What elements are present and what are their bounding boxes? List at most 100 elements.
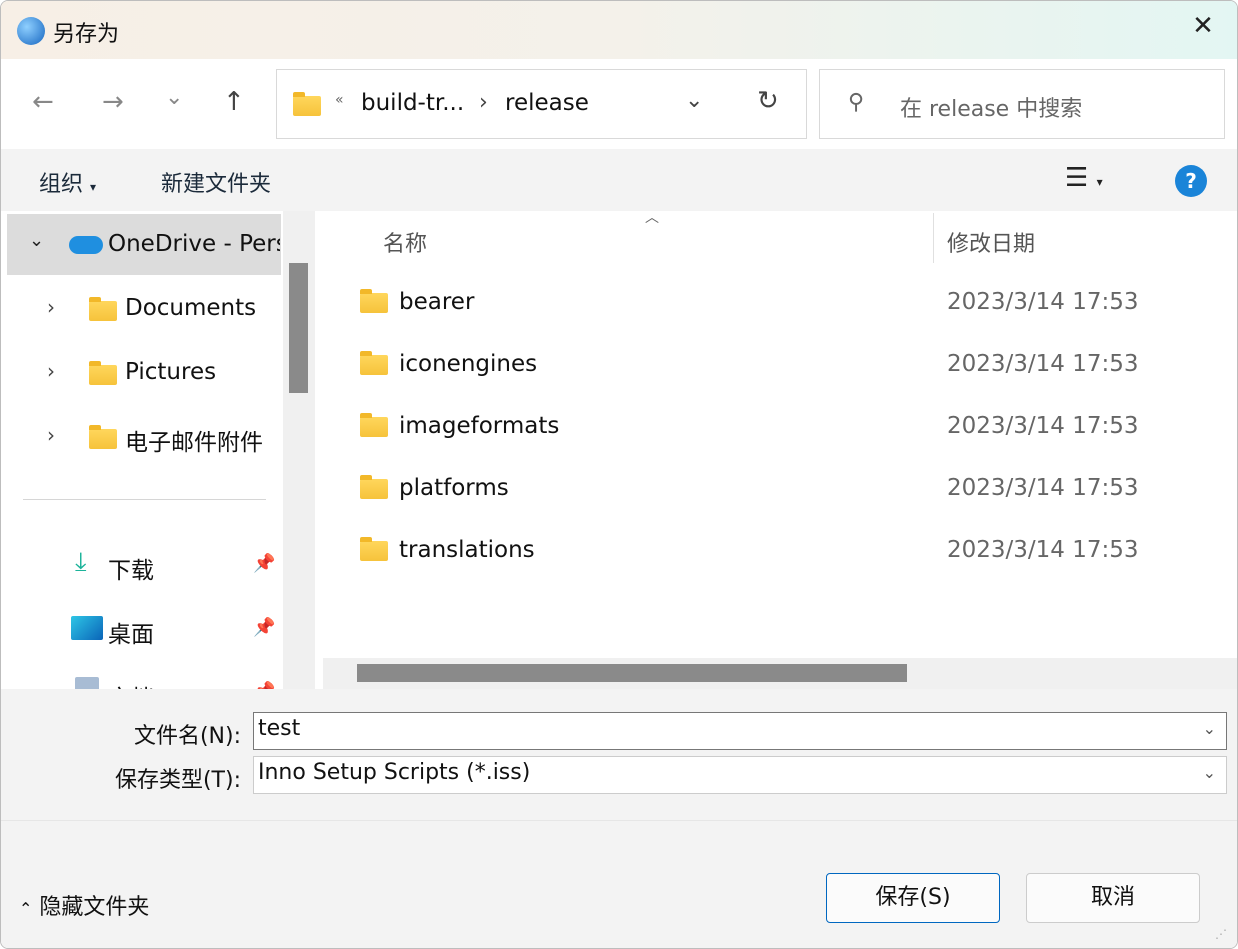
column-header-modified[interactable]: 修改日期 bbox=[947, 226, 1035, 258]
horizontal-scrollbar-thumb[interactable] bbox=[357, 664, 907, 682]
save-type-label: 保存类型(T): bbox=[114, 768, 241, 793]
file-row[interactable]: translations 2023/3/14 17:53 bbox=[319, 521, 1237, 577]
folder-icon bbox=[360, 475, 388, 499]
file-date: 2023/3/14 17:53 bbox=[947, 537, 1139, 563]
new-folder-button[interactable]: 新建文件夹 bbox=[161, 166, 271, 198]
folder-icon bbox=[293, 92, 321, 116]
sidebar-item-onedrive[interactable]: ⌄ OneDrive - Personal bbox=[7, 214, 281, 275]
column-divider[interactable] bbox=[933, 213, 934, 263]
file-list: ︿ 名称 修改日期 bearer 2023/3/14 17:53 iconeng… bbox=[319, 210, 1237, 689]
navigation-pane: ⌄ OneDrive - Personal › Documents › Pict… bbox=[1, 211, 316, 689]
file-name: translations bbox=[399, 537, 535, 563]
chevron-right-icon[interactable]: › bbox=[47, 359, 55, 383]
file-row[interactable]: imageformats 2023/3/14 17:53 bbox=[319, 397, 1237, 453]
breadcrumb-separator[interactable]: › bbox=[479, 90, 488, 115]
folder-icon bbox=[360, 413, 388, 437]
folder-icon bbox=[360, 351, 388, 375]
chevron-down-icon[interactable]: ⌄ bbox=[1203, 763, 1216, 782]
sidebar-item-label: 桌面 bbox=[108, 622, 154, 648]
sidebar-item-desktop[interactable]: 桌面 📌 bbox=[1, 601, 281, 657]
cancel-button[interactable]: 取消 bbox=[1026, 873, 1200, 923]
folder-icon bbox=[89, 297, 117, 321]
search-icon: ⚲ bbox=[848, 90, 865, 115]
nav-scrollbar[interactable] bbox=[283, 211, 315, 689]
back-button[interactable]: ← bbox=[32, 87, 54, 117]
up-button[interactable]: ↑ bbox=[223, 87, 245, 117]
chevron-down-icon[interactable]: ⌄ bbox=[1203, 719, 1216, 738]
sidebar-item-label: 下载 bbox=[108, 558, 154, 584]
search-input[interactable]: 在 release 中搜索 bbox=[900, 91, 1082, 123]
sidebar-item-documents[interactable]: › Documents bbox=[1, 281, 281, 337]
address-dropdown-icon[interactable]: ⌄ bbox=[685, 88, 703, 113]
sidebar-item-docs[interactable]: 文档 📌 bbox=[1, 665, 281, 689]
file-row[interactable]: iconengines 2023/3/14 17:53 bbox=[319, 335, 1237, 391]
view-options-button[interactable]: ☰ ▾ bbox=[1065, 163, 1103, 193]
nav-scrollbar-thumb[interactable] bbox=[289, 263, 308, 393]
folder-icon bbox=[89, 425, 117, 449]
caret-down-icon: ▾ bbox=[90, 180, 97, 194]
save-button[interactable]: 保存(S) bbox=[826, 873, 1000, 923]
footer-divider bbox=[1, 820, 1237, 821]
app-icon bbox=[17, 17, 45, 45]
file-name: platforms bbox=[399, 475, 509, 501]
column-header-name[interactable]: 名称 bbox=[383, 226, 427, 258]
search-box[interactable]: ⚲ 在 release 中搜索 bbox=[819, 69, 1225, 139]
sidebar-item-label: 文档 bbox=[108, 679, 154, 689]
file-date: 2023/3/14 17:53 bbox=[947, 475, 1139, 501]
save-as-dialog: 另存为 ✕ ← → ⌄ ↑ « build-tr... › release ⌄ … bbox=[0, 0, 1238, 949]
file-row[interactable]: bearer 2023/3/14 17:53 bbox=[319, 273, 1237, 329]
divider bbox=[23, 499, 266, 500]
pin-icon[interactable]: 📌 bbox=[253, 681, 275, 689]
close-button[interactable]: ✕ bbox=[1181, 11, 1225, 49]
refresh-icon[interactable]: ↻ bbox=[757, 86, 779, 116]
filename-value: test bbox=[258, 716, 301, 741]
forward-button[interactable]: → bbox=[102, 87, 124, 117]
documents-icon bbox=[75, 677, 99, 689]
breadcrumb-release[interactable]: release bbox=[505, 90, 589, 116]
file-name: imageformats bbox=[399, 413, 560, 439]
organize-label: 组织 bbox=[39, 172, 84, 197]
file-name: iconengines bbox=[399, 351, 538, 377]
resize-grip-icon[interactable]: ⋰ bbox=[1215, 927, 1227, 941]
file-row[interactable]: platforms 2023/3/14 17:53 bbox=[319, 459, 1237, 515]
recent-locations-button[interactable]: ⌄ bbox=[165, 85, 183, 110]
sidebar-item-label: OneDrive - Personal bbox=[108, 231, 280, 257]
chevron-right-icon[interactable]: › bbox=[47, 423, 55, 447]
sidebar-item-label: 电子邮件附件 bbox=[125, 430, 263, 456]
organize-button[interactable]: 组织 ▾ bbox=[39, 166, 96, 198]
chevron-right-icon[interactable]: › bbox=[47, 295, 55, 319]
download-icon: ⤓ bbox=[75, 547, 87, 577]
window-title: 另存为 bbox=[53, 22, 120, 47]
file-name: bearer bbox=[399, 289, 475, 315]
footer-panel: 文件名(N): test ⌄ 保存类型(T): Inno Setup Script… bbox=[1, 689, 1237, 948]
pin-icon[interactable]: 📌 bbox=[253, 553, 275, 574]
folder-icon bbox=[360, 289, 388, 313]
hide-folders-label: 隐藏文件夹 bbox=[39, 895, 150, 920]
sidebar-item-label: Pictures bbox=[125, 359, 217, 385]
sidebar-item-pictures[interactable]: › Pictures bbox=[1, 345, 281, 401]
chevron-up-icon: ⌃ bbox=[19, 899, 33, 918]
address-bar[interactable]: « build-tr... › release ⌄ ↻ bbox=[276, 69, 807, 139]
pin-icon[interactable]: 📌 bbox=[253, 617, 275, 638]
save-type-select[interactable]: Inno Setup Scripts (*.iss) ⌄ bbox=[253, 756, 1227, 794]
hide-folders-button[interactable]: ⌃ 隐藏文件夹 bbox=[19, 889, 149, 921]
filename-input[interactable]: test ⌄ bbox=[253, 712, 1227, 750]
chevron-down-icon[interactable]: ⌄ bbox=[29, 230, 44, 251]
toolbar: 组织 ▾ 新建文件夹 ☰ ▾ ? bbox=[1, 149, 1237, 211]
file-date: 2023/3/14 17:53 bbox=[947, 413, 1139, 439]
folder-icon bbox=[360, 537, 388, 561]
filename-label: 文件名(N): bbox=[133, 724, 241, 749]
help-button[interactable]: ? bbox=[1175, 165, 1207, 197]
file-date: 2023/3/14 17:53 bbox=[947, 289, 1139, 315]
desktop-icon bbox=[71, 616, 103, 640]
onedrive-icon bbox=[69, 236, 103, 254]
save-type-value: Inno Setup Scripts (*.iss) bbox=[258, 760, 531, 785]
sidebar-item-downloads[interactable]: ⤓ 下载 📌 bbox=[1, 537, 281, 593]
title-bar: 另存为 ✕ bbox=[1, 1, 1237, 59]
overflow-crumb[interactable]: « bbox=[335, 92, 344, 108]
sidebar-item-email-attachments[interactable]: › 电子邮件附件 bbox=[1, 409, 281, 465]
sidebar-item-label: Documents bbox=[125, 295, 257, 321]
horizontal-scrollbar[interactable] bbox=[323, 658, 1237, 689]
folder-icon bbox=[89, 361, 117, 385]
breadcrumb-build[interactable]: build-tr... bbox=[361, 90, 464, 116]
